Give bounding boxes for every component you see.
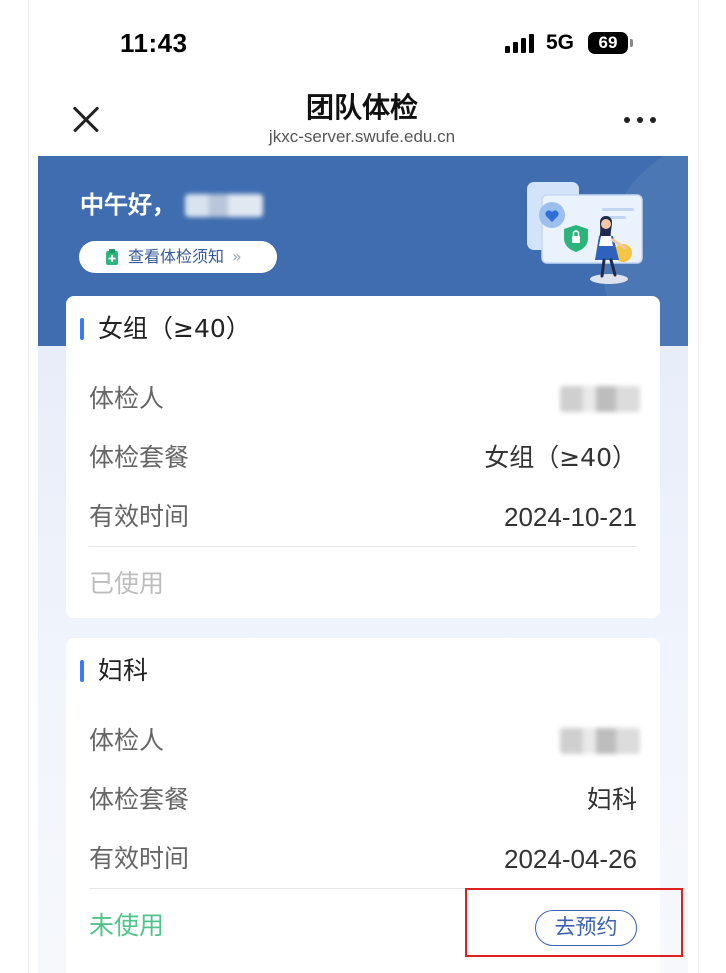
frame-edge-left: [28, 0, 29, 973]
blurred-name: [185, 194, 263, 217]
status-badge: 已使用: [89, 569, 165, 598]
valid-date-value: 2024-10-21: [504, 502, 637, 532]
card-title-marker: [80, 660, 84, 682]
checkup-notice-button[interactable]: 查看体检须知 »: [79, 241, 277, 273]
more-icon[interactable]: [622, 116, 658, 124]
blurred-name: [560, 728, 640, 754]
close-icon[interactable]: [69, 102, 103, 136]
page-url: jkxc-server.swufe.edu.cn: [268, 127, 456, 146]
battery-icon: 69: [588, 32, 628, 54]
status-time: 11:43: [120, 28, 188, 58]
valid-date-label: 有效时间: [89, 844, 190, 873]
card-title-marker: [80, 318, 84, 340]
valid-date-value: 2024-04-26: [504, 844, 637, 874]
checkup-notice-label: 查看体检须知: [128, 247, 225, 266]
chevron-right-icon: »: [232, 247, 242, 266]
examinee-label: 体检人: [89, 384, 165, 413]
package-label: 体检套餐: [89, 443, 190, 472]
network-type: 5G: [546, 31, 575, 54]
signal-icon: [505, 33, 535, 53]
checkup-illustration: [527, 182, 643, 284]
package-value: 女组（≥40）: [484, 443, 637, 472]
package-value: 妇科: [586, 785, 637, 814]
clipboard-icon: [106, 249, 118, 265]
status-badge: 未使用: [89, 911, 165, 940]
examinee-label: 体检人: [89, 726, 165, 755]
blurred-name: [560, 386, 640, 412]
card-divider: [89, 546, 637, 547]
highlight-box: [465, 888, 683, 957]
greeting-text: 中午好，: [80, 191, 176, 219]
frame-edge-right: [698, 0, 699, 973]
card-title: 妇科: [98, 656, 149, 685]
battery-nub: [630, 39, 633, 47]
package-label: 体检套餐: [89, 785, 190, 814]
page-title: 团队体检: [305, 91, 418, 124]
valid-date-label: 有效时间: [89, 502, 190, 531]
card-title: 女组（≥40）: [98, 314, 251, 343]
checkup-card: 女组（≥40） 体检人 体检套餐 女组（≥40） 有效时间 2024-10-21…: [66, 296, 660, 618]
